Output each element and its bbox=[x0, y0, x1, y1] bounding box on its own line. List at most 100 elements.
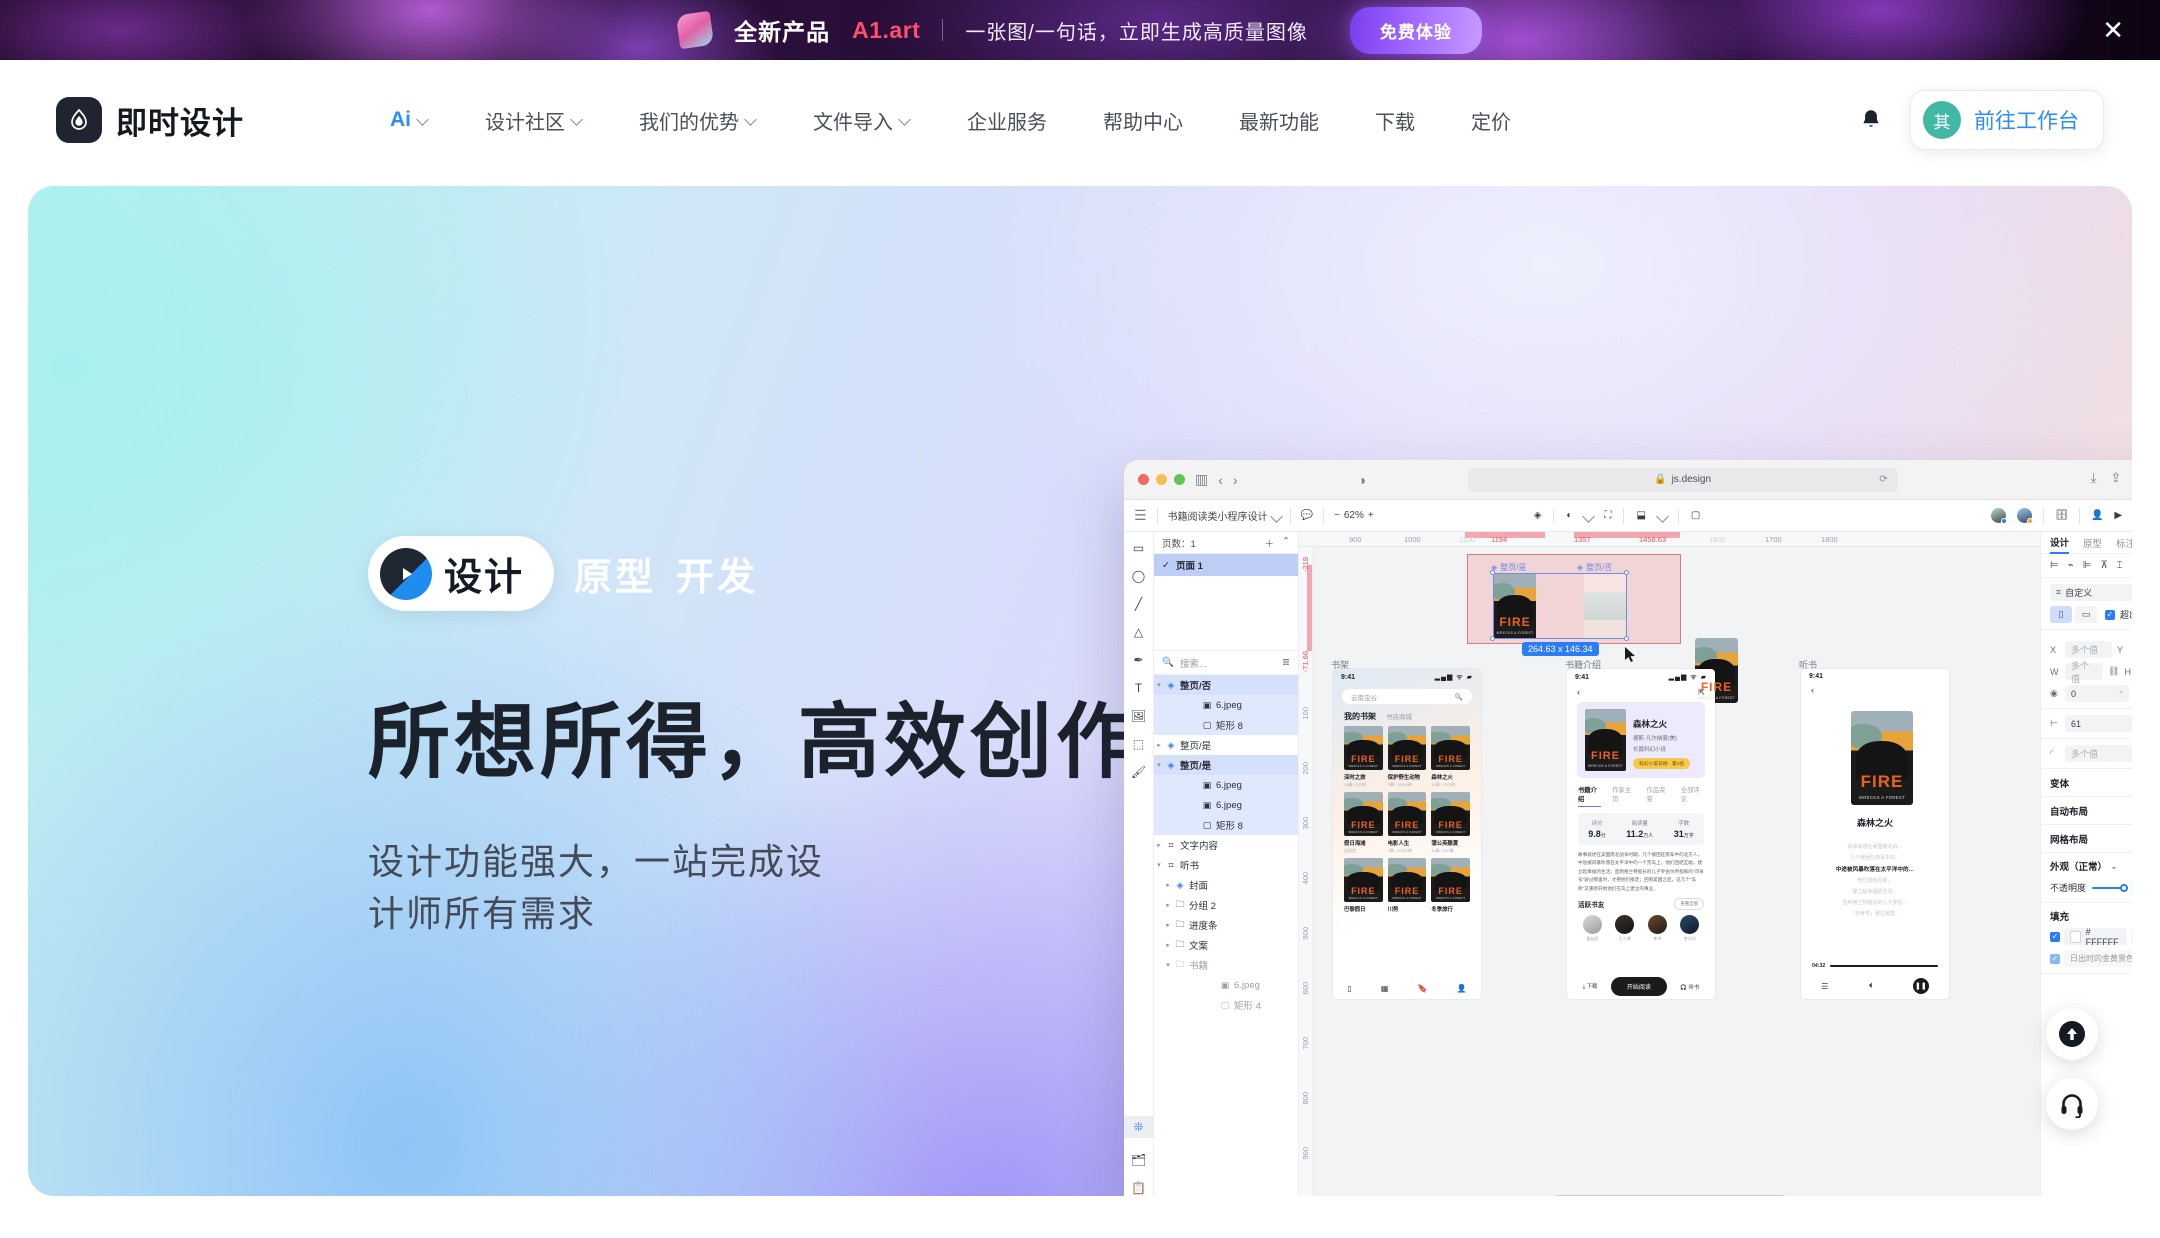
chevron-down-icon[interactable] bbox=[1584, 512, 1592, 520]
mask-icon[interactable]: ◐ bbox=[1566, 510, 1572, 521]
color-swatch[interactable] bbox=[2070, 930, 2081, 943]
layer-item[interactable]: ▸ 🗀 文案 bbox=[1154, 935, 1298, 955]
layer-item[interactable]: ▾ ◈ 整页/是 bbox=[1154, 755, 1298, 775]
book-card[interactable]: FIRE WRECKS A FOREST 保护野生动物 7章 / 192分钟 bbox=[1387, 726, 1427, 788]
download-button[interactable]: ⤓ 下载 bbox=[1583, 982, 1598, 991]
book-card[interactable]: FIRE WRECKS A FOREST 川势 bbox=[1387, 858, 1427, 914]
opacity-value[interactable]: 100 bbox=[2130, 879, 2132, 896]
align-center-h-icon[interactable]: ⌁ bbox=[2068, 560, 2074, 571]
tab-prototype[interactable]: 原型 bbox=[2083, 536, 2102, 550]
book-card[interactable]: FIRE WRECKS A FOREST 冬季旅行 bbox=[1431, 858, 1470, 914]
chevron-right-icon[interactable]: ▸ bbox=[1163, 901, 1173, 909]
chevron-right-icon[interactable]: ▸ bbox=[1163, 881, 1173, 889]
resize-handle-nw[interactable] bbox=[1490, 570, 1495, 575]
minimize-window-icon[interactable] bbox=[1156, 474, 1167, 485]
chevron-right-icon[interactable]: ▸ bbox=[1154, 741, 1164, 749]
spacing-input[interactable]: 61 bbox=[2065, 715, 2132, 732]
rotation-input[interactable]: 0 ° bbox=[2065, 685, 2129, 702]
fill-opacity-input[interactable]: 100 % bbox=[2130, 928, 2132, 945]
export-icon[interactable]: 🗄 bbox=[2055, 510, 2068, 521]
tab-awards[interactable]: 作品荣誉 bbox=[1647, 785, 1670, 807]
pen-tool-icon[interactable]: ✒ bbox=[1133, 654, 1143, 666]
brush-tool-icon[interactable]: 🖌 bbox=[1131, 766, 1146, 778]
phone-bookshelf[interactable]: 9:41 ▂▄▆ ᯤ ▰ 云南虫谷 🔍 我的书架 书店商城 FIRE WRECKS… bbox=[1333, 669, 1481, 999]
layer-item[interactable]: ▢ 矩形 8 bbox=[1154, 815, 1298, 835]
layer-item[interactable]: ▾ ⌗ 听书 bbox=[1154, 855, 1298, 875]
close-icon[interactable]: ✕ bbox=[2102, 17, 2124, 43]
nav-item-ai[interactable]: Ai bbox=[362, 108, 457, 132]
link-icon[interactable]: ⛓ bbox=[2108, 666, 2119, 677]
go-to-workspace-button[interactable]: 其 前往工作台 bbox=[1910, 90, 2104, 150]
phone-listen[interactable]: 9:41 ‹ FIRE WRECKS A FOREST 森林之火 故事叙述在美国… bbox=[1801, 669, 1949, 999]
portrait-icon[interactable]: ▯ bbox=[2050, 606, 2072, 623]
align-top-icon[interactable]: ⊼ bbox=[2100, 560, 2107, 571]
nav-item-community[interactable]: 设计社区 bbox=[457, 106, 611, 135]
resize-handle-sw[interactable] bbox=[1490, 636, 1495, 641]
tab-store[interactable]: 书店商城 bbox=[1386, 711, 1412, 721]
resize-handle-ne[interactable] bbox=[1624, 570, 1629, 575]
download-icon[interactable]: ⤓ bbox=[2091, 470, 2097, 489]
fill-visible-checkbox[interactable]: ✓ bbox=[2050, 953, 2060, 964]
list-icon[interactable]: ☰ bbox=[1821, 982, 1828, 991]
book-card[interactable]: FIRE WRECKS A FOREST 假日海滩 出读完 bbox=[1344, 792, 1383, 854]
filter-icon[interactable]: ≣ bbox=[1282, 657, 1290, 668]
layer-item[interactable]: ▣ 6.jpeg bbox=[1154, 975, 1298, 995]
rectangle-tool-icon[interactable]: ▭ bbox=[1133, 542, 1144, 554]
chevron-down-icon[interactable]: ▾ bbox=[1154, 761, 1164, 769]
bell-icon[interactable] bbox=[1858, 107, 1884, 133]
layer-item[interactable]: ▸ ◈ 封面 bbox=[1154, 875, 1298, 895]
layer-item[interactable]: ▸ ◈ 整页/是 bbox=[1154, 735, 1298, 755]
opacity-slider[interactable] bbox=[2092, 883, 2128, 892]
zoom-control[interactable]: − 62% + bbox=[1334, 510, 1374, 521]
tab-author[interactable]: 作家主页 bbox=[1612, 785, 1635, 807]
chevron-left-icon[interactable]: ‹ bbox=[1218, 472, 1223, 488]
slider-knob[interactable] bbox=[2119, 883, 2128, 892]
align-left-icon[interactable]: ⊨ bbox=[2050, 560, 2059, 571]
layer-item[interactable]: ▣ 6.jpeg bbox=[1154, 775, 1298, 795]
fill-color-input[interactable]: # FFFFFF bbox=[2064, 927, 2127, 947]
text-tool-icon[interactable]: T bbox=[1135, 682, 1142, 694]
friend-item[interactable]: 王小博 bbox=[1615, 915, 1635, 942]
line-tool-icon[interactable]: ╱ bbox=[1135, 598, 1142, 610]
book-card[interactable]: FIRE WRECKS A FOREST 电影人生 7章 / 102分钟 bbox=[1387, 792, 1427, 854]
chevron-down-icon[interactable]: ▾ bbox=[1154, 861, 1164, 869]
view-all-friends-button[interactable]: 查看全部 bbox=[1674, 898, 1704, 910]
progress-bar[interactable] bbox=[1830, 965, 1938, 967]
layer-item[interactable]: ▣ 6.jpeg bbox=[1154, 795, 1298, 815]
w-input[interactable]: 多个值 bbox=[2065, 661, 2104, 684]
back-to-top-button[interactable] bbox=[2046, 1008, 2098, 1060]
book-icon[interactable]: ▯ bbox=[1348, 984, 1352, 993]
hamburger-icon[interactable]: ☰ bbox=[1134, 507, 1147, 524]
chevron-right-icon[interactable]: ▸ bbox=[1163, 921, 1173, 929]
sidebar-icon[interactable]: ▥ bbox=[1195, 471, 1208, 488]
collaborator-avatar[interactable] bbox=[2017, 508, 2034, 524]
layer-item[interactable]: ▾ ◈ 整页/否 bbox=[1154, 675, 1298, 695]
nav-item-pricing[interactable]: 定价 bbox=[1443, 106, 1539, 135]
collaborator-avatar[interactable] bbox=[1991, 508, 2008, 524]
frame-tool-icon[interactable]: ⬚ bbox=[1133, 738, 1144, 750]
layer-item[interactable]: ▣ 6.jpeg bbox=[1154, 695, 1298, 715]
maximize-window-icon[interactable] bbox=[1174, 474, 1185, 485]
listen-button[interactable]: 🎧 听书 bbox=[1680, 983, 1699, 991]
back-icon[interactable]: ‹ bbox=[1801, 682, 1949, 698]
chevron-right-icon[interactable]: ▸ bbox=[1163, 941, 1173, 949]
share-icon[interactable]: ⇪ bbox=[2110, 470, 2121, 489]
tab-my-shelf[interactable]: 我的书架 bbox=[1344, 711, 1376, 722]
chevron-up-icon[interactable]: ⌃ bbox=[1282, 536, 1290, 550]
clip-checkbox[interactable]: ✓ bbox=[2105, 609, 2115, 620]
nav-item-help[interactable]: 帮助中心 bbox=[1075, 106, 1211, 135]
invite-icon[interactable]: 👤 bbox=[2091, 510, 2103, 521]
friend-item[interactable]: 逢友西 bbox=[1582, 915, 1602, 942]
comment-icon[interactable]: 💬 bbox=[1301, 510, 1313, 521]
fill-visible-checkbox[interactable]: ✓ bbox=[2050, 931, 2060, 942]
align-middle-v-icon[interactable]: ⌶ bbox=[2117, 560, 2123, 571]
assets-panel-icon[interactable]: 🗂 bbox=[1131, 1154, 1146, 1166]
pause-icon[interactable]: ❚❚ bbox=[1912, 978, 1929, 994]
friend-item[interactable]: 李书 bbox=[1647, 915, 1667, 942]
fill-gradient-label[interactable]: 日出时的金黄景色 bbox=[2064, 950, 2132, 967]
friend-item[interactable]: 李马坦 bbox=[1680, 915, 1700, 942]
image-tool-icon[interactable]: 🖼 bbox=[1131, 710, 1146, 722]
prev-icon[interactable]: ⏴ bbox=[1869, 981, 1873, 991]
shield-icon[interactable]: ◑ bbox=[1358, 472, 1366, 488]
align-right-icon[interactable]: ⊫ bbox=[2083, 560, 2092, 571]
